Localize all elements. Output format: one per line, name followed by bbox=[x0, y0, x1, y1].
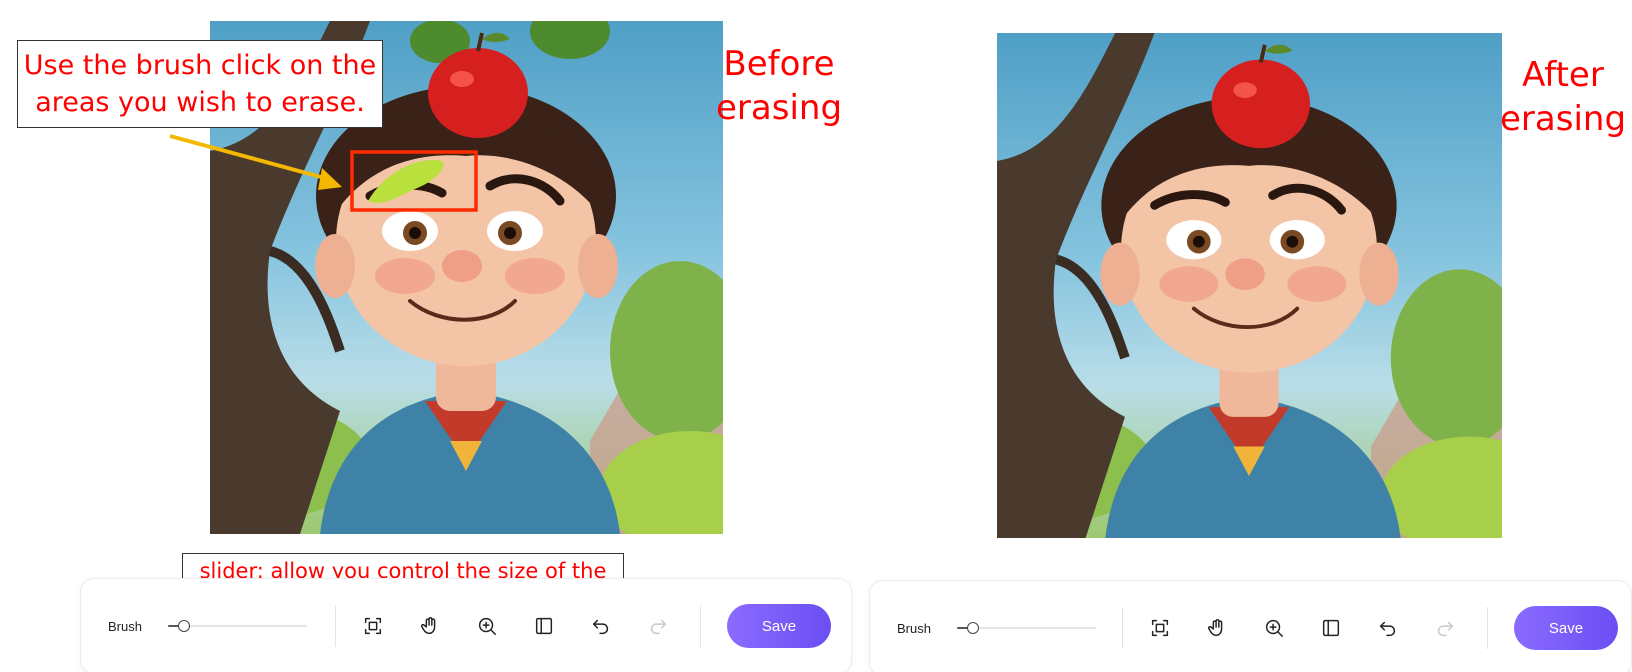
toolbar-divider bbox=[335, 605, 336, 647]
zoom-in-icon bbox=[1265, 619, 1283, 637]
toolbar-divider bbox=[1122, 607, 1123, 649]
brush-label: Brush bbox=[897, 620, 931, 636]
fit-screen-button[interactable] bbox=[1131, 608, 1188, 648]
slider-knob[interactable] bbox=[967, 622, 980, 634]
compare-split-icon bbox=[535, 617, 552, 635]
redo-icon bbox=[1437, 621, 1453, 637]
toolbar-divider bbox=[700, 605, 701, 647]
zoom-in-button[interactable] bbox=[1245, 608, 1302, 648]
before-caption-text: Before erasing bbox=[716, 44, 843, 128]
editor-toolbar-after: Brush Save bbox=[869, 580, 1632, 672]
instruction-callout-text: Use the brush click on the areas you wis… bbox=[23, 50, 377, 118]
hand-pan-icon bbox=[1207, 619, 1222, 637]
hand-pan-button[interactable] bbox=[401, 606, 458, 646]
zoom-in-button[interactable] bbox=[458, 606, 515, 646]
fit-screen-icon bbox=[364, 617, 381, 635]
fit-screen-icon bbox=[1151, 619, 1168, 637]
undo-icon bbox=[592, 619, 608, 635]
undo-button[interactable] bbox=[572, 606, 629, 646]
compare-split-button[interactable] bbox=[515, 606, 572, 646]
save-button[interactable]: Save bbox=[727, 604, 831, 648]
brush-size-slider[interactable] bbox=[957, 621, 1096, 635]
compare-split-icon bbox=[1322, 619, 1339, 637]
redo-button[interactable] bbox=[629, 606, 686, 646]
redo-icon bbox=[650, 619, 666, 635]
after-caption-text: After erasing bbox=[1500, 55, 1627, 139]
compare-split-button[interactable] bbox=[1302, 608, 1359, 648]
before-caption: Before erasing bbox=[716, 42, 842, 130]
zoom-in-icon bbox=[478, 617, 496, 635]
slider-knob[interactable] bbox=[178, 620, 191, 632]
hand-pan-icon bbox=[420, 617, 435, 635]
save-button[interactable]: Save bbox=[1514, 606, 1618, 650]
after-image[interactable] bbox=[997, 33, 1502, 538]
after-caption: After erasing bbox=[1500, 53, 1626, 141]
fit-screen-button[interactable] bbox=[344, 606, 401, 646]
undo-button[interactable] bbox=[1359, 608, 1416, 648]
toolbar-divider bbox=[1487, 607, 1488, 649]
instruction-callout: Use the brush click on the areas you wis… bbox=[17, 40, 383, 128]
after-illustration bbox=[997, 33, 1502, 538]
editor-toolbar-before: Brush Save bbox=[80, 578, 852, 672]
redo-button[interactable] bbox=[1416, 608, 1473, 648]
hand-pan-button[interactable] bbox=[1188, 608, 1245, 648]
undo-icon bbox=[1379, 621, 1395, 637]
brush-label: Brush bbox=[108, 618, 142, 634]
brush-size-slider[interactable] bbox=[168, 619, 307, 633]
